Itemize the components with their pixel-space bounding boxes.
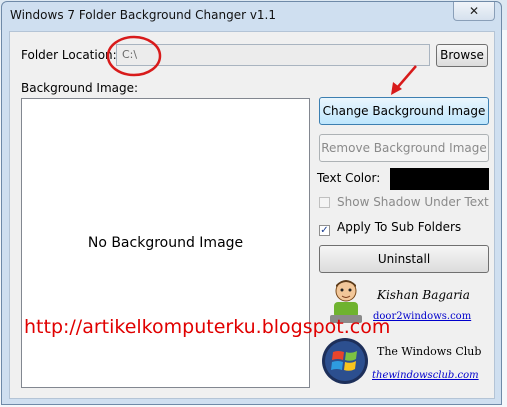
change-background-button[interactable]: Change Background Image	[319, 97, 489, 125]
text-color-label: Text Color:	[317, 171, 381, 185]
close-icon: ✕	[468, 4, 480, 18]
remove-background-button[interactable]: Remove Background Image	[319, 134, 489, 162]
close-button[interactable]: ✕	[453, 2, 495, 21]
show-shadow-checkbox[interactable]	[319, 197, 330, 208]
app-window: Windows 7 Folder Background Changer v1.1…	[1, 1, 502, 405]
windows-logo-icon	[322, 338, 368, 384]
browse-button[interactable]: Browse	[436, 44, 488, 67]
folder-location-label: Folder Location:	[21, 48, 117, 62]
watermark-text: http://artikelkomputerku.blogspot.com	[24, 316, 391, 338]
client-area: Folder Location: C:\ Browse Background I…	[9, 31, 495, 399]
apply-subfolders-label: Apply To Sub Folders	[337, 220, 462, 234]
club-name: The Windows Club	[377, 345, 482, 358]
title-bar[interactable]: Windows 7 Folder Background Changer v1.1…	[2, 2, 501, 30]
window-title: Windows 7 Folder Background Changer v1.1	[10, 8, 277, 22]
background-image-label: Background Image:	[21, 81, 139, 95]
show-shadow-option[interactable]: Show Shadow Under Text	[319, 195, 489, 209]
background-preview: No Background Image	[21, 98, 310, 388]
folder-location-input[interactable]: C:\	[116, 44, 430, 66]
show-shadow-label: Show Shadow Under Text	[337, 195, 489, 209]
uninstall-button[interactable]: Uninstall	[319, 245, 489, 273]
apply-subfolders-checkbox[interactable]: ✓	[319, 225, 330, 236]
text-color-swatch[interactable]	[390, 168, 489, 190]
club-link[interactable]: thewindowsclub.com	[372, 370, 479, 381]
author-name: Kishan Bagaria	[377, 288, 470, 302]
apply-subfolders-option[interactable]: ✓ Apply To Sub Folders	[319, 220, 461, 236]
no-background-text: No Background Image	[87, 235, 244, 251]
